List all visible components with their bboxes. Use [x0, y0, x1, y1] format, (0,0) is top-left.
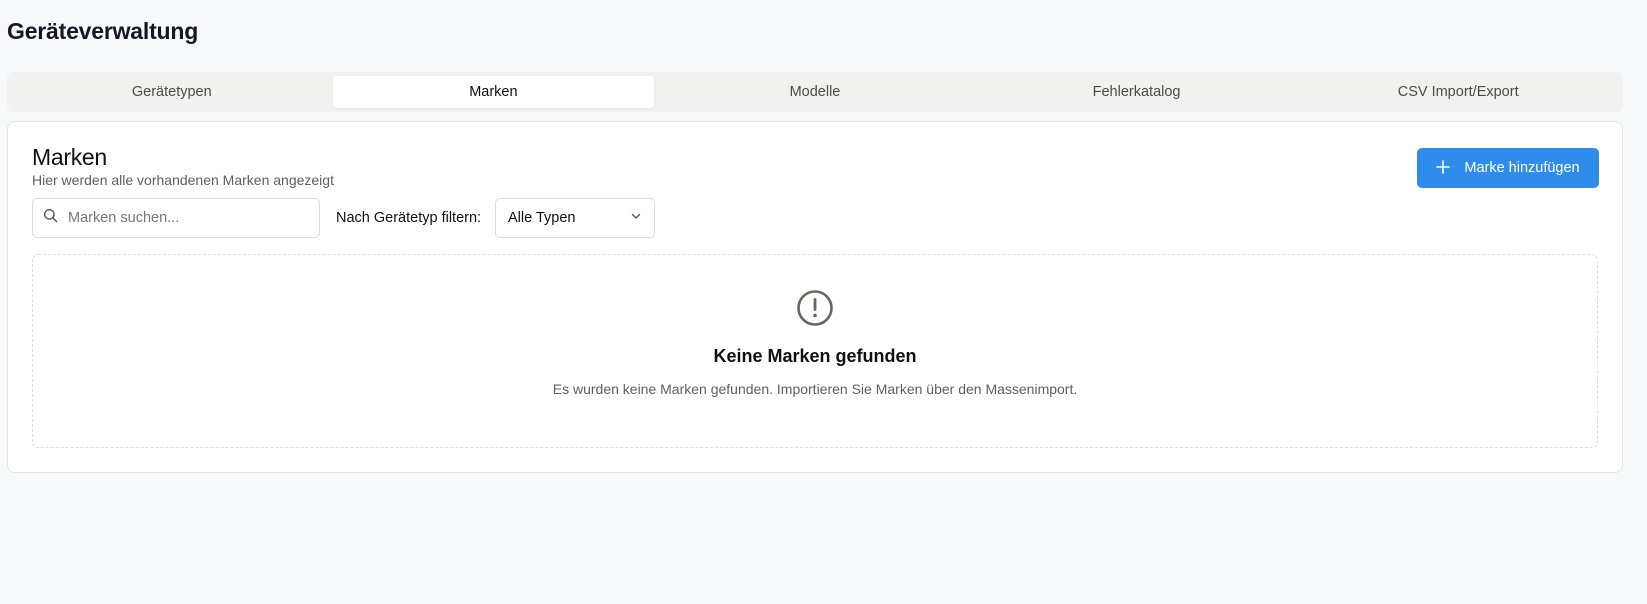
add-brand-button[interactable]: Marke hinzufügen — [1417, 148, 1599, 188]
tab-csv-import-export[interactable]: CSV Import/Export — [1297, 76, 1619, 108]
tab-fehlerkatalog[interactable]: Fehlerkatalog — [976, 76, 1298, 108]
device-type-select[interactable]: Alle Typen — [495, 198, 655, 238]
empty-state-message: Es wurden keine Marken gefunden. Importi… — [552, 381, 1078, 397]
card-subtitle: Hier werden alle vorhandenen Marken ange… — [32, 172, 334, 188]
device-type-select-value: Alle Typen — [508, 210, 576, 226]
brands-card: Marken Hier werden alle vorhandenen Mark… — [7, 121, 1623, 473]
add-brand-label: Marke hinzufügen — [1464, 160, 1580, 176]
tab-geraetetypen[interactable]: Gerätetypen — [11, 76, 333, 108]
empty-state: Keine Marken gefunden Es wurden keine Ma… — [32, 254, 1598, 448]
alert-circle-icon — [796, 289, 834, 332]
card-title: Marken — [32, 144, 107, 170]
page: Geräteverwaltung Gerätetypen Marken Mode… — [0, 0, 1647, 604]
tab-bar: Gerätetypen Marken Modelle Fehlerkatalog… — [7, 72, 1623, 112]
search-icon — [43, 208, 58, 228]
page-title: Geräteverwaltung — [7, 18, 199, 44]
filter-label: Nach Gerätetyp filtern: — [336, 210, 482, 226]
search-box[interactable] — [32, 198, 320, 238]
tab-marken[interactable]: Marken — [332, 76, 655, 108]
plus-icon — [1436, 158, 1451, 178]
search-input[interactable] — [68, 210, 288, 226]
chevron-down-icon — [630, 210, 642, 226]
empty-state-title: Keine Marken gefunden — [713, 346, 917, 366]
tab-modelle[interactable]: Modelle — [654, 76, 976, 108]
